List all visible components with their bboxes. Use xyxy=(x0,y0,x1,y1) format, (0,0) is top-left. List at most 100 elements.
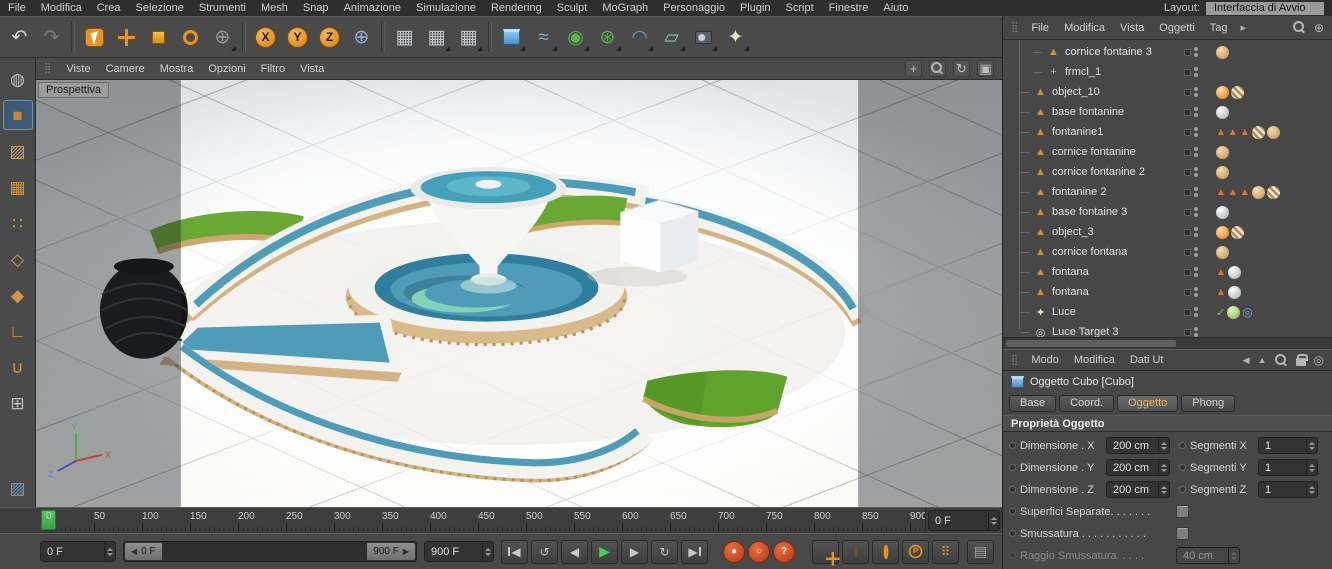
up-arrow-icon[interactable]: ▲ xyxy=(1258,355,1267,365)
layer-square-icon[interactable] xyxy=(1184,268,1191,276)
range-start-handle[interactable]: ◀ 0 F xyxy=(125,543,162,560)
menu-rendering[interactable]: Rendering xyxy=(491,2,542,14)
polygons-mode-button[interactable]: ◆ xyxy=(3,280,33,310)
grip-icon[interactable]: ⣿ xyxy=(44,63,51,74)
floor-button[interactable]: ▱ xyxy=(656,21,687,53)
tab-base[interactable]: Base xyxy=(1009,395,1057,412)
render-picture-viewer-button[interactable]: ▦ xyxy=(421,21,452,53)
object-name[interactable]: cornice fontanine 2 xyxy=(1052,166,1145,178)
fillet-radius-field[interactable]: 40 cm xyxy=(1176,547,1240,564)
menu-snap[interactable]: Snap xyxy=(303,2,329,14)
tag-tri[interactable]: ▲ xyxy=(1216,287,1226,298)
menu-selezione[interactable]: Selezione xyxy=(136,2,184,14)
tag-mat-gray[interactable] xyxy=(1227,265,1241,279)
menu-script[interactable]: Script xyxy=(786,2,814,14)
object-name[interactable]: cornice fontana xyxy=(1052,246,1127,258)
menu-strumenti[interactable]: Strumenti xyxy=(199,2,246,14)
am-menu-dati-ut[interactable]: Dati Ut xyxy=(1130,354,1164,366)
visibility-dots[interactable] xyxy=(1184,47,1212,57)
goto-start-button[interactable]: ◀ xyxy=(501,539,528,564)
scale-tool-button[interactable] xyxy=(143,21,174,53)
menu-aiuto[interactable]: Aiuto xyxy=(883,2,908,14)
cube-primitive-button[interactable] xyxy=(496,21,527,53)
tab-coord[interactable]: Coord. xyxy=(1059,395,1115,412)
object-name[interactable]: Luce xyxy=(1052,306,1076,318)
record-position-button[interactable] xyxy=(812,539,839,564)
viewport-menu-camere[interactable]: Camere xyxy=(106,63,145,75)
object-row[interactable]: + frmcl_1 xyxy=(1009,62,1328,82)
object-manager-scrollbar[interactable] xyxy=(1003,337,1332,349)
object-name[interactable]: object_10 xyxy=(1052,86,1100,98)
anim-dot-icon[interactable] xyxy=(1179,464,1186,471)
redo-button[interactable]: ↷ xyxy=(36,21,67,53)
spline-pen-button[interactable]: ≈ xyxy=(528,21,559,53)
light-button[interactable]: ✦ xyxy=(720,21,751,53)
visibility-dots[interactable] xyxy=(1184,227,1212,237)
menu-sculpt[interactable]: Sculpt xyxy=(557,2,588,14)
deformer-button[interactable]: ◠ xyxy=(624,21,655,53)
tag-phong[interactable] xyxy=(1216,225,1229,239)
segments-field-2-stepper[interactable] xyxy=(1306,482,1317,497)
tag-tri[interactable]: ▲ xyxy=(1216,267,1226,278)
tag-phong[interactable] xyxy=(1216,85,1229,99)
preview-range-slider[interactable]: ◀ 0 F 900 F ▶ xyxy=(123,541,417,562)
object-name[interactable]: fontanine 2 xyxy=(1052,186,1106,198)
visibility-dots[interactable] xyxy=(1184,247,1212,257)
object-row[interactable]: ▲ cornice fontana xyxy=(1009,242,1328,262)
visibility-dots[interactable] xyxy=(1184,307,1212,317)
segments-field-1-stepper[interactable] xyxy=(1306,460,1317,475)
layer-square-icon[interactable] xyxy=(1184,88,1191,96)
timeline-frame-field[interactable]: 0 F xyxy=(928,510,1000,531)
dimension-field-2[interactable]: 200 cm xyxy=(1106,481,1170,498)
object-row[interactable]: ▲ fontanine1 ▲ ▲ ▲ xyxy=(1009,122,1328,142)
visibility-dots[interactable] xyxy=(1184,207,1212,217)
current-frame-stepper[interactable] xyxy=(104,542,115,561)
tab-oggetto[interactable]: Oggetto xyxy=(1117,395,1179,412)
end-frame-field[interactable]: 900 F xyxy=(424,541,494,562)
am-menu-modo[interactable]: Modo xyxy=(1031,354,1059,366)
object-row[interactable]: ▲ fontanine 2 ▲ ▲ ▲ xyxy=(1009,182,1328,202)
prev-key-button[interactable]: ↺ xyxy=(531,539,558,564)
om-menu-modifica[interactable]: Modifica xyxy=(1064,22,1105,34)
layout-selector[interactable]: Interfaccia di Avvio xyxy=(1206,1,1324,15)
anim-dot-icon[interactable] xyxy=(1179,486,1186,493)
tag-mat-tan[interactable] xyxy=(1216,245,1229,259)
axis-mode-button[interactable]: ∟ xyxy=(3,316,33,346)
record-parameter-button[interactable]: P xyxy=(902,539,929,564)
quantize-button[interactable]: ▨ xyxy=(3,473,33,503)
visibility-dots[interactable] xyxy=(1184,287,1212,297)
render-settings-button[interactable]: ▦ xyxy=(453,21,484,53)
segments-field-0[interactable]: 1 xyxy=(1258,437,1318,454)
next-key-button[interactable]: ↻ xyxy=(651,539,678,564)
menu-animazione[interactable]: Animazione xyxy=(344,2,401,14)
locate-icon[interactable]: ⊕ xyxy=(1314,21,1324,35)
tag-mat-checker[interactable] xyxy=(1231,225,1244,239)
layer-square-icon[interactable] xyxy=(1184,208,1191,216)
points-mode-button[interactable]: ∷ xyxy=(3,208,33,238)
anim-dot-icon[interactable] xyxy=(1009,508,1016,515)
lock-workplane-button[interactable]: ⊞ xyxy=(3,388,33,418)
zoom-view-icon[interactable] xyxy=(929,60,946,77)
object-name[interactable]: fontana xyxy=(1052,286,1089,298)
lock-icon[interactable] xyxy=(1295,354,1309,366)
texture-mode-button[interactable]: ▨ xyxy=(3,136,33,166)
anim-dot-icon[interactable] xyxy=(1009,464,1016,471)
menu-finestre[interactable]: Finestre xyxy=(829,2,869,14)
menu-modifica[interactable]: Modifica xyxy=(41,2,82,14)
last-tool-button[interactable]: ⊕ xyxy=(207,21,238,53)
object-row[interactable]: ▲ cornice fontaine 3 xyxy=(1009,42,1328,62)
record-scale-button[interactable] xyxy=(842,539,869,564)
am-menu-modifica[interactable]: Modifica xyxy=(1074,354,1115,366)
search-icon[interactable] xyxy=(1292,21,1306,34)
tag-tri[interactable]: ▲ xyxy=(1216,187,1226,198)
move-tool-button[interactable] xyxy=(111,21,142,53)
target-icon[interactable]: ◎ xyxy=(1314,353,1324,367)
back-arrow-icon[interactable]: ◀ xyxy=(1243,355,1250,366)
object-name[interactable]: cornice fontanine xyxy=(1052,146,1136,158)
content-browser-button[interactable]: ◍ xyxy=(3,64,33,94)
scrollbar-thumb[interactable] xyxy=(1006,340,1176,347)
om-menu-file[interactable]: File xyxy=(1031,22,1049,34)
layer-square-icon[interactable] xyxy=(1184,188,1191,196)
autokeying-button[interactable]: ○ xyxy=(748,540,770,563)
maximize-view-icon[interactable]: ▣ xyxy=(977,60,994,77)
